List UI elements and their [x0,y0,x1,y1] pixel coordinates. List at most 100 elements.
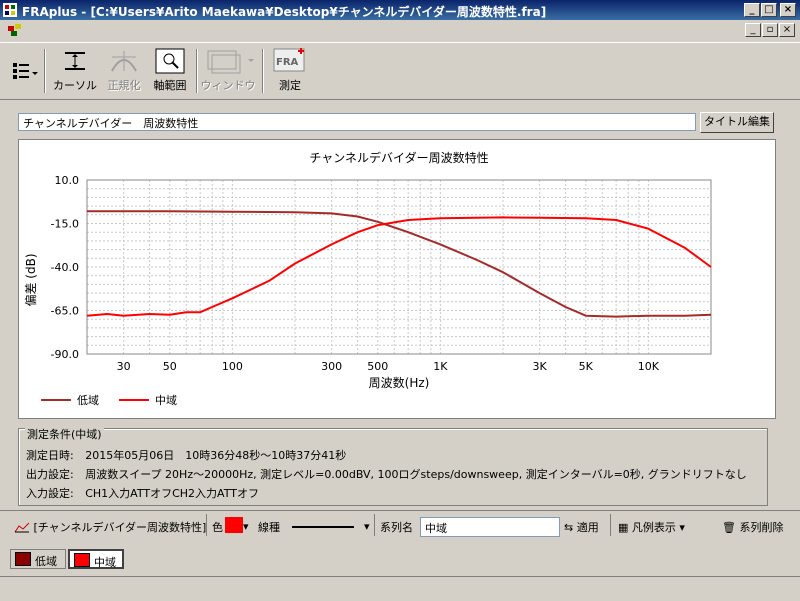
series-ref-button[interactable]: [チャンネルデバイダー周波数特性] [14,519,206,535]
y-tick-label: -40.0 [51,261,79,274]
chart-line-icon [14,522,30,533]
chart-legend: 低域 中域 [41,394,177,407]
trash-icon: 🗑 [722,521,736,534]
x-tick-label: 500 [367,360,388,373]
list-icon [13,63,38,79]
title-edit-button[interactable]: タイトル編集 [700,112,774,133]
y-tick-label: -65.0 [51,305,79,318]
mdi-child-icon[interactable] [8,24,22,36]
delete-series-button[interactable]: 🗑 系列削除 [722,519,783,535]
x-tick-label: 3K [533,360,548,373]
legend-label: 中域 [155,394,177,407]
grid-icon: ▦ [618,521,629,534]
toolbar-separator [262,49,264,93]
list-menu-button[interactable] [8,47,40,95]
tab-label: 中域 [94,556,116,569]
y-tick-label: 10.0 [55,174,80,187]
fra-logo-text: FRA [276,57,299,68]
minimize-button[interactable]: _ [744,3,760,17]
y-axis-label: 偏差 (dB) [23,253,38,306]
normalize-icon [111,51,137,72]
chart-series [86,210,712,318]
x-axis-label: 周波数(Hz) [369,375,430,390]
series-separator [206,514,207,536]
window-label: ウィンドウ [200,79,256,92]
window-titlebar: FRAplus - [C:¥Users¥Arito Maekawa¥Deskto… [0,0,800,20]
series-name-input[interactable]: 中域 [420,517,560,537]
axis-range-button[interactable]: 軸範囲 [150,47,190,95]
condition-label: 測定日時: [26,449,74,462]
condition-value: 周波数スイープ 20Hz～20000Hz, 測定レベル=0.00dBV, 100… [85,468,747,481]
apply-button[interactable]: ⇆ 適用 [564,519,599,535]
swap-arrows-icon: ⇆ [564,521,574,534]
status-bar [0,576,800,601]
condition-label: 入力設定: [26,487,74,500]
legend-label: 低域 [77,394,99,407]
chart-title-field[interactable]: チャンネルデバイダー 周波数特性 [18,113,696,131]
chart-panel: チャンネルデバイダー周波数特性 10.0 -15.0 -40.0 -65.0 -90.0… [18,139,776,419]
delete-series-label: 系列削除 [739,521,784,534]
cursor-button[interactable]: カーソル [48,47,105,95]
series-separator [610,514,611,536]
x-tick-label: 100 [222,360,243,373]
y-tick-label: -90.0 [51,348,79,361]
tab-label: 低域 [35,555,57,568]
tab-low[interactable]: 低域 [10,549,66,569]
apply-label: 適用 [576,521,599,534]
tab-mid[interactable]: 中域 [68,549,124,569]
measure-label: 測定 [279,79,301,92]
axis-range-label: 軸範囲 [153,79,187,92]
toolbar: カーソル 正規化 軸範囲 ウィンドウ FRA 測定 [0,42,800,100]
series-separator [374,514,375,536]
mdi-minimize-button[interactable]: _ [745,23,761,37]
x-tick-label: 30 [117,360,131,373]
maximize-button[interactable]: □ [761,3,777,17]
x-tick-label: 300 [321,360,342,373]
series-line-0 [87,210,712,318]
x-tick-label: 1K [433,360,448,373]
series-ref-label: [チャンネルデバイダー周波数特性] [33,521,207,534]
mdi-restore-button[interactable]: ▫ [762,23,778,37]
tab-color-swatch [15,552,31,566]
toolbar-separator [44,49,46,93]
close-button[interactable]: × [780,3,796,17]
condition-value: 2015年05月06日 10時36分48秒～10時37分41秒 [85,449,347,462]
fra-measure-icon: FRA [273,48,305,72]
conditions-group-label: 測定条件(中域) [25,426,104,442]
y-tick-label: -15.0 [51,218,79,231]
chart-grid [86,179,712,355]
condition-row-output: 出力設定: 周波数スイープ 20Hz～20000Hz, 測定レベル=0.00dB… [26,466,747,482]
window-icon [207,50,254,74]
line-type-preview[interactable] [292,526,354,528]
window-button[interactable]: ウィンドウ [200,47,256,95]
condition-row-input: 入力設定: CH1入力ATTオフCH2入力ATTオフ [26,485,259,501]
normalize-button[interactable]: 正規化 [104,47,144,95]
chart-title: チャンネルデバイダー周波数特性 [309,150,488,165]
mdi-close-button[interactable]: × [779,23,795,37]
condition-value: CH1入力ATTオフCH2入力ATTオフ [85,487,259,500]
normalize-label: 正規化 [107,79,141,92]
chevron-down-icon[interactable]: ▾ [243,520,249,533]
chevron-down-icon[interactable]: ▾ [364,520,370,533]
x-tick-label: 50 [163,360,177,373]
toolbar-separator [196,49,198,93]
condition-row-datetime: 測定日時: 2015年05月06日 10時36分48秒～10時37分41秒 [26,447,346,463]
measure-button[interactable]: FRA 測定 [268,47,312,95]
line-type-label: 線種 [258,521,280,534]
chevron-down-icon: ▾ [679,521,685,534]
series-name-label: 系列名 [380,521,413,534]
x-axis-ticks: 30 50 100 300 500 1K 3K 5K 10K [117,360,660,373]
color-label: 色 [212,521,223,534]
app-icon [3,3,17,17]
legend-display-label: 凡例表示 [631,521,676,534]
legend-display-button[interactable]: ▦ 凡例表示 ▾ [618,519,685,535]
axis-range-icon [155,48,185,74]
x-tick-label: 10K [638,360,660,373]
window-title: FRAplus - [C:¥Users¥Arito Maekawa¥Deskto… [22,5,547,19]
x-tick-label: 5K [579,360,594,373]
menu-bar [0,20,800,40]
cursor-label: カーソル [53,79,97,92]
cursor-icon [65,52,105,70]
color-swatch-button[interactable] [225,517,243,533]
frequency-chart: チャンネルデバイダー周波数特性 10.0 -15.0 -40.0 -65.0 -90.0… [23,150,712,407]
